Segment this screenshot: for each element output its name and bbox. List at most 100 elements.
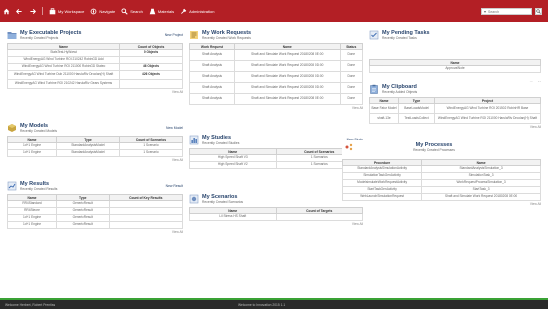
- table-cell: WindEnergyAG Wind Turbine ROI 201502 Rob…: [433, 103, 542, 114]
- table-cell[interactable]: WindEnergyAG Wind Turbine ROI 210242 Rob…: [7, 56, 120, 64]
- table-cell[interactable]: Shaft and Simulate Work Request 20180208…: [233, 49, 341, 61]
- panel-subtitle: Recently Created Processes: [413, 148, 455, 152]
- view-all-link[interactable]: View All: [7, 230, 183, 235]
- panel-results: My Results Recently Created Results New …: [7, 179, 183, 235]
- nav-my-workspace[interactable]: My Workspace: [49, 7, 84, 15]
- table-cell[interactable]: WorkRequestProcessSimulation_3: [421, 179, 541, 187]
- table-row[interactable]: Shaft Analysis Shaft and Simulate Work Re…: [189, 93, 363, 105]
- panel-pending-tasks: My Pending Tasks Recently Created Tasks …: [369, 28, 541, 86]
- new-result-link[interactable]: New Result: [166, 184, 183, 188]
- table-row[interactable]: ModelsimulateWorkRequestActivity WorkRequ…: [341, 179, 541, 187]
- table-cell[interactable]: 1d+1 Engine: [7, 214, 57, 222]
- view-all-link[interactable]: View All: [7, 158, 183, 163]
- view-all-link[interactable]: View All: [189, 222, 363, 227]
- table-cell[interactable]: RR4Standard: [7, 200, 57, 208]
- panel-title-group: My Clipboard Recently Added Objects: [382, 84, 541, 94]
- panel-header: My Results Recently Created Results New …: [7, 179, 183, 194]
- footer-version-text: Welcome to Innovation 2015 1.1: [238, 303, 286, 307]
- table-row[interactable]: WindEnergyAG Wind Turbine ROI 211000 Rob…: [7, 63, 183, 71]
- table-cell: Shaft Analysis: [189, 82, 235, 94]
- table-row[interactable]: WebLaunchSimulationRequest Shaft and Simu…: [341, 193, 541, 201]
- table-row[interactable]: WindEnergyAG Wind Turbine ROI 210242 Har…: [7, 79, 183, 89]
- panel-subtitle: Recently Created Work Requests: [202, 36, 251, 40]
- table-cell[interactable]: ApprovalNote: [369, 65, 541, 73]
- table-cell[interactable]: shaft-13e: [368, 113, 400, 124]
- search-go-button[interactable]: [535, 8, 542, 15]
- table-cell[interactable]: 1d+1 Engine: [7, 221, 57, 229]
- table-row[interactable]: Shaft Analysis Shaft and Simulate Work Re…: [189, 71, 363, 83]
- forward-button[interactable]: [29, 8, 36, 15]
- table-row[interactable]: ApprovalNote: [369, 65, 541, 73]
- view-all-link[interactable]: View All: [7, 90, 183, 95]
- table-row[interactable]: High Speed Shaft V2 1 Scenarios: [189, 161, 363, 169]
- table-row[interactable]: StartTaskGenActivity StartTask_3: [341, 186, 541, 194]
- search-icon: [536, 9, 541, 14]
- panel-title-group: My Pending Tasks Recently Created Tasks: [382, 30, 541, 40]
- new-model-link[interactable]: New Model: [166, 126, 183, 130]
- table-cell[interactable]: WindEnergyAG Wind Turbine ROI 211000 Rob…: [7, 63, 120, 71]
- search-icon: [121, 7, 128, 15]
- table-row[interactable]: StandardAnalysisSimulationActivity Standa…: [341, 165, 541, 173]
- table-row[interactable]: Shaft Analysis Shaft and Simulate Work Re…: [189, 49, 363, 61]
- search-input[interactable]: [488, 9, 530, 14]
- table-cell[interactable]: Shaft and Simulate Work Request 20180208…: [233, 93, 341, 105]
- table-cell[interactable]: WindEnergyAG Wind Turbine Dub 211000 Har…: [7, 70, 120, 80]
- table-cell: 1 Scenario: [119, 149, 183, 157]
- table-row[interactable]: 1d+1 Engine GenericResult: [7, 221, 183, 229]
- panel-title-group: My Scenarios Recently Created Scenarios: [202, 194, 342, 204]
- table-cell[interactable]: 1d+1 Engine: [7, 149, 57, 157]
- top-nav: My Workspace Navigate Search Materials A…: [3, 5, 214, 17]
- panel-subtitle: Recently Created Results: [20, 187, 58, 191]
- nav-administration[interactable]: Administration: [180, 8, 214, 15]
- table-cell[interactable]: StatsTest-HyWwwt: [7, 49, 120, 57]
- nav-materials[interactable]: Materials: [149, 8, 174, 15]
- table-cell[interactable]: Shaft and Simulate Work Request 20180208…: [233, 71, 341, 83]
- table-row[interactable]: RR4Steore GenericResult: [7, 207, 183, 215]
- table-cell[interactable]: Lil Stress HS Shaft: [189, 213, 277, 221]
- table-cell[interactable]: Base Fatur Model: [368, 103, 400, 114]
- table-cell: GenericResult: [56, 214, 110, 222]
- table-cell[interactable]: SimulationTask_3: [421, 172, 541, 180]
- table-row[interactable]: Shaft Analysis Shaft and Simulate Work Re…: [189, 82, 363, 94]
- table-row[interactable]: WindEnergyAG Wind Turbine Dub 211000 Har…: [7, 70, 183, 80]
- table-cell[interactable]: Shaft and Simulate Work Request 20180208…: [233, 82, 341, 94]
- table-row[interactable]: SimulationTaskGenActivity SimulationTask_…: [341, 172, 541, 180]
- process-icon: [344, 142, 354, 152]
- table-cell[interactable]: High Speed Shaft V2: [189, 161, 277, 169]
- table-cell[interactable]: StartTask_3: [421, 186, 541, 194]
- table-row[interactable]: Lil Stress HS Shaft: [189, 213, 363, 221]
- new-project-link[interactable]: New Project: [165, 33, 183, 37]
- table-cell[interactable]: StandardAnalysisSimulation_3: [421, 165, 541, 173]
- view-all-link[interactable]: View All: [369, 125, 541, 130]
- table-row[interactable]: RR4Standard GenericResult: [7, 200, 183, 208]
- table-cell: Done: [339, 49, 363, 61]
- table-row[interactable]: shaft-13e TestLoadsCollect WindEnergyAG Wi…: [368, 113, 542, 124]
- table-cell: [108, 221, 183, 229]
- nav-search[interactable]: Search: [121, 7, 143, 15]
- nav-navigate[interactable]: Navigate: [90, 8, 115, 15]
- view-all-link[interactable]: View All: [342, 202, 541, 207]
- home-button[interactable]: [3, 8, 10, 15]
- view-all-link[interactable]: View All: [189, 170, 363, 175]
- table-cell[interactable]: Shaft and Simulate Work Request 20180208…: [233, 60, 341, 72]
- back-button[interactable]: [16, 8, 23, 15]
- panel-subtitle: Recently Created Studies: [202, 141, 240, 145]
- table-row[interactable]: Base Fatur Model BaseLoadsModel WindEnergy…: [368, 103, 542, 114]
- view-all-link[interactable]: View All: [189, 106, 363, 111]
- table-row[interactable]: WindEnergyAG Wind Turbine ROI 210242 Rob…: [7, 56, 183, 64]
- table-row[interactable]: High Speed Shaft V3 1 Scenarios: [189, 154, 363, 162]
- table-cell[interactable]: High Speed Shaft V3: [189, 154, 277, 162]
- table-cell[interactable]: 1d+1 Engine: [7, 142, 57, 150]
- panel-work-requests: My Work Requests Recently Created Work R…: [189, 28, 363, 111]
- table-row[interactable]: Shaft Analysis Shaft and Simulate Work Re…: [189, 60, 363, 72]
- table-row[interactable]: 1d+1 Engine StandardAnalysisModel 1 Scenar…: [7, 149, 183, 157]
- table-cell[interactable]: RR4Steore: [7, 207, 57, 215]
- table-row[interactable]: StatsTest-HyWwwt 0 Objects: [7, 49, 183, 57]
- table-cell[interactable]: Shaft and Simulate Work Request 20180208…: [421, 193, 541, 201]
- table-cell: ModelsimulateWorkRequestActivity: [341, 179, 423, 187]
- table-row[interactable]: 1d+1 Engine GenericResult: [7, 214, 183, 222]
- panel-subtitle: Recently Added Objects: [382, 90, 418, 94]
- search-box: ▾: [481, 8, 532, 15]
- table-row[interactable]: 1d+1 Engine StandardAnalysisModel 1 Scenar…: [7, 142, 183, 150]
- table-cell[interactable]: WindEnergyAG Wind Turbine ROI 210242 Har…: [7, 79, 120, 89]
